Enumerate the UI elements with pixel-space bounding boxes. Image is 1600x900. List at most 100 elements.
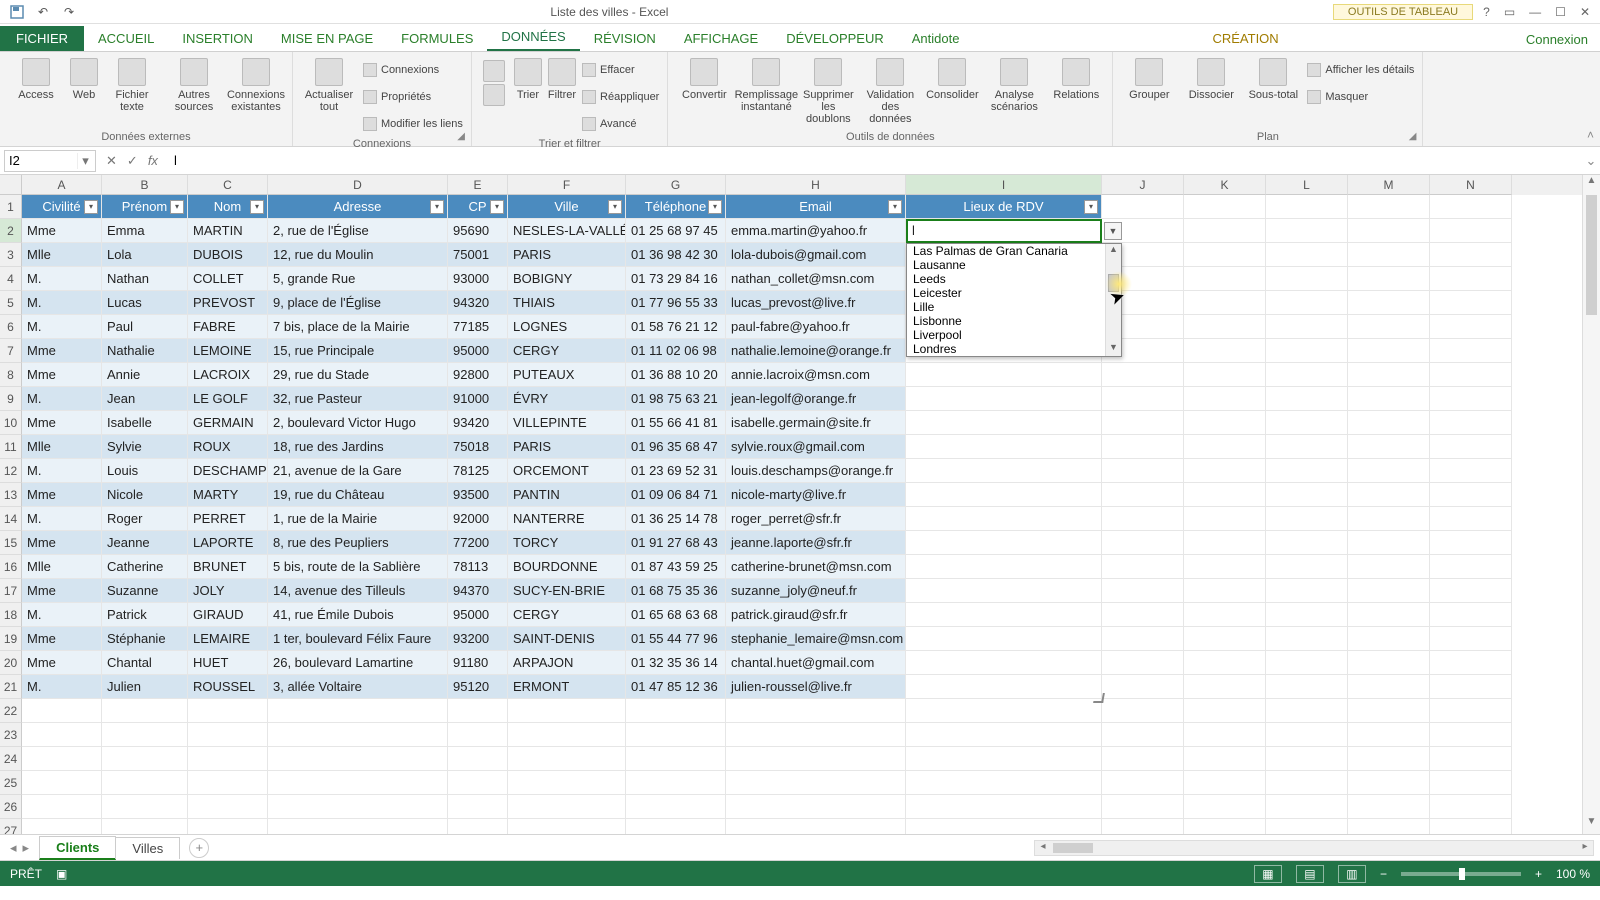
cell[interactable]: 92000: [448, 507, 508, 531]
name-box[interactable]: ▾: [4, 150, 96, 172]
cell[interactable]: Mme: [22, 411, 102, 435]
cell[interactable]: [508, 771, 626, 795]
sort-desc-icon[interactable]: [480, 82, 508, 106]
cell[interactable]: 93420: [448, 411, 508, 435]
cell[interactable]: [1184, 651, 1266, 675]
cell[interactable]: Nicole: [102, 483, 188, 507]
cell[interactable]: VILLEPINTE: [508, 411, 626, 435]
cell[interactable]: [1348, 819, 1430, 835]
cell[interactable]: [1266, 555, 1348, 579]
cell[interactable]: [1184, 699, 1266, 723]
cell[interactable]: 01 32 35 36 14: [626, 651, 726, 675]
cell[interactable]: 01 25 68 97 45: [626, 219, 726, 243]
cell[interactable]: [1430, 723, 1512, 747]
cell[interactable]: [1430, 603, 1512, 627]
cell[interactable]: [188, 747, 268, 771]
cell[interactable]: SUCY-EN-BRIE: [508, 579, 626, 603]
cell[interactable]: 01 77 96 55 33: [626, 291, 726, 315]
cell[interactable]: [1348, 651, 1430, 675]
cell[interactable]: CERGY: [508, 339, 626, 363]
cell[interactable]: [1266, 483, 1348, 507]
cell[interactable]: [448, 699, 508, 723]
cell[interactable]: 2, boulevard Victor Hugo: [268, 411, 448, 435]
advanced-filter-button[interactable]: Avancé: [582, 112, 659, 136]
cell[interactable]: SAINT-DENIS: [508, 627, 626, 651]
cell[interactable]: 2, rue de l'Église: [268, 219, 448, 243]
cell[interactable]: 1, rue de la Mairie: [268, 507, 448, 531]
cell[interactable]: [906, 411, 1102, 435]
from-access-button[interactable]: Access: [8, 56, 64, 101]
close-icon[interactable]: ✕: [1580, 5, 1590, 19]
cell[interactable]: [1102, 795, 1184, 819]
cell[interactable]: [1430, 747, 1512, 771]
tab-accueil[interactable]: ACCUEIL: [84, 27, 168, 51]
cell[interactable]: [1430, 291, 1512, 315]
dropdown-item[interactable]: Lausanne: [907, 258, 1121, 272]
view-normal-icon[interactable]: ▦: [1254, 865, 1282, 883]
cell[interactable]: M.: [22, 315, 102, 339]
cell[interactable]: [1348, 579, 1430, 603]
cell[interactable]: 95000: [448, 603, 508, 627]
cell[interactable]: nathalie.lemoine@orange.fr: [726, 339, 906, 363]
cell[interactable]: 77200: [448, 531, 508, 555]
cell[interactable]: [1184, 675, 1266, 699]
cell[interactable]: [1184, 411, 1266, 435]
cell[interactable]: [448, 723, 508, 747]
cell[interactable]: 01 68 75 35 36: [626, 579, 726, 603]
cell[interactable]: 19, rue du Château: [268, 483, 448, 507]
edit-links-button[interactable]: Modifier les liens: [363, 112, 463, 136]
maximize-icon[interactable]: ☐: [1555, 5, 1566, 19]
cell[interactable]: [1184, 507, 1266, 531]
cell[interactable]: Suzanne: [102, 579, 188, 603]
tab-insertion[interactable]: INSERTION: [168, 27, 267, 51]
cell[interactable]: Mlle: [22, 243, 102, 267]
cell[interactable]: [1102, 507, 1184, 531]
cell[interactable]: [1266, 531, 1348, 555]
relations-button[interactable]: Relations: [1048, 56, 1104, 101]
cell[interactable]: stephanie_lemaire@msn.com: [726, 627, 906, 651]
cell[interactable]: [906, 699, 1102, 723]
cell[interactable]: [1102, 531, 1184, 555]
tab-creation[interactable]: CRÉATION: [1198, 27, 1292, 51]
cell[interactable]: 01 65 68 63 68: [626, 603, 726, 627]
cell[interactable]: LE GOLF: [188, 387, 268, 411]
cell[interactable]: Sylvie: [102, 435, 188, 459]
cell[interactable]: 95690: [448, 219, 508, 243]
cell[interactable]: [1184, 627, 1266, 651]
cell[interactable]: [1430, 795, 1512, 819]
cell[interactable]: [1348, 363, 1430, 387]
cell[interactable]: [906, 555, 1102, 579]
cell[interactable]: [1348, 219, 1430, 243]
cell[interactable]: [1102, 819, 1184, 835]
header-cell[interactable]: Téléphone▾: [626, 195, 726, 219]
row-header[interactable]: 1: [0, 195, 22, 219]
cell[interactable]: [1348, 387, 1430, 411]
cell[interactable]: [188, 723, 268, 747]
cell[interactable]: [1102, 675, 1184, 699]
cell[interactable]: 01 91 27 68 43: [626, 531, 726, 555]
cell[interactable]: ROUSSEL: [188, 675, 268, 699]
reapply-button[interactable]: Réappliquer: [582, 85, 659, 109]
group-button[interactable]: Grouper: [1121, 56, 1177, 101]
cell[interactable]: [626, 699, 726, 723]
cell[interactable]: [1430, 651, 1512, 675]
filter-icon[interactable]: ▾: [490, 200, 504, 214]
col-header-I[interactable]: I: [906, 175, 1102, 195]
cell[interactable]: [188, 795, 268, 819]
horizontal-scrollbar[interactable]: ◂ ▸: [1034, 840, 1594, 856]
name-box-input[interactable]: [5, 153, 77, 168]
cell[interactable]: [188, 771, 268, 795]
cell[interactable]: [1430, 531, 1512, 555]
filter-icon[interactable]: ▾: [430, 200, 444, 214]
cell[interactable]: DESCHAMPS: [188, 459, 268, 483]
hide-detail-button[interactable]: Masquer: [1307, 85, 1414, 109]
cell[interactable]: [626, 723, 726, 747]
cell[interactable]: 01 47 85 12 36: [626, 675, 726, 699]
cell[interactable]: patrick.giraud@sfr.fr: [726, 603, 906, 627]
cell[interactable]: [906, 531, 1102, 555]
cell[interactable]: PERRET: [188, 507, 268, 531]
cell[interactable]: MARTY: [188, 483, 268, 507]
dropdown-item[interactable]: Lisbonne: [907, 314, 1121, 328]
row-header[interactable]: 24: [0, 747, 22, 771]
dropdown-item[interactable]: Leeds: [907, 272, 1121, 286]
